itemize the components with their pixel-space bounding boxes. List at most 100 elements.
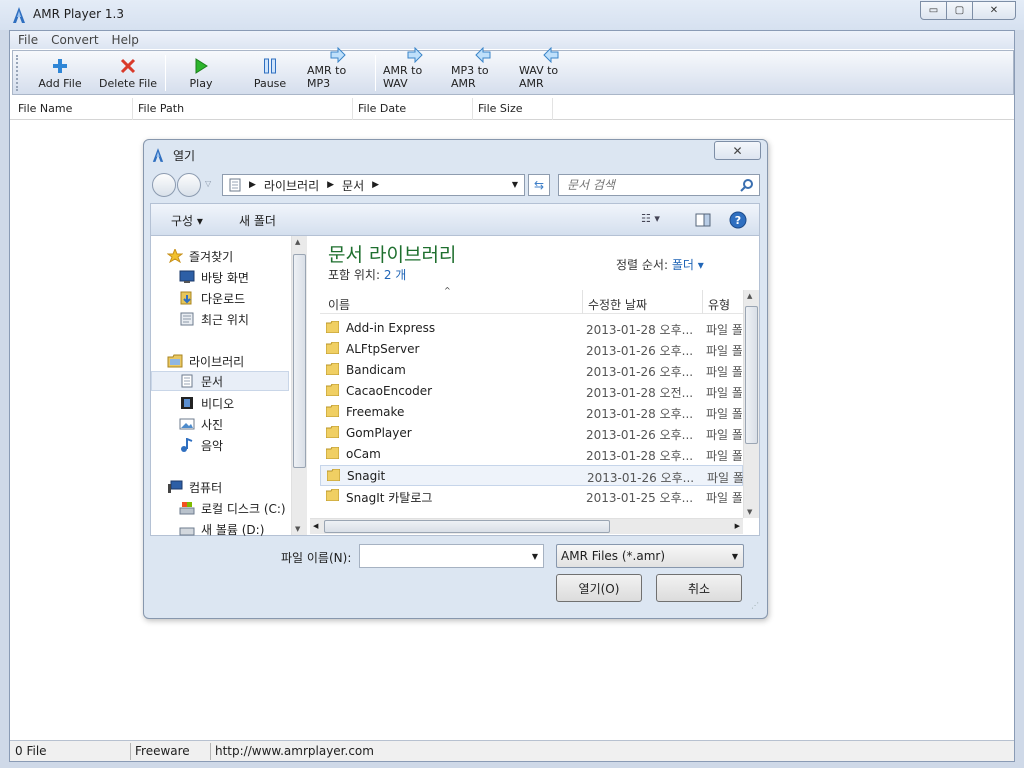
column-file-date[interactable]: File Date xyxy=(358,102,406,115)
delete-file-label: Delete File xyxy=(98,77,158,90)
menu-convert[interactable]: Convert xyxy=(51,33,98,47)
nav-music[interactable]: 음악 xyxy=(179,435,223,455)
videos-icon xyxy=(181,397,193,409)
delete-file-button[interactable]: Delete File xyxy=(95,53,161,93)
nav-documents[interactable]: 문서 xyxy=(151,371,289,391)
nav-libraries[interactable]: 라이브러리 xyxy=(167,351,244,371)
dialog-close-button[interactable]: ✕ xyxy=(714,141,761,160)
pause-button[interactable]: Pause xyxy=(245,53,295,93)
nav-scrollbar-thumb[interactable] xyxy=(293,254,306,468)
horizontal-scrollbar-thumb[interactable] xyxy=(324,520,610,533)
window-title: AMR Player 1.3 xyxy=(33,7,124,21)
file-row-selected[interactable]: Snagit 2013-01-26 오후... 파일 폴더 xyxy=(320,465,743,486)
file-list-horizontal-scrollbar[interactable]: ◀ ▶ xyxy=(310,518,743,534)
file-row[interactable]: Freemake 2013-01-28 오후... 파일 폴더 xyxy=(320,402,743,423)
vertical-scrollbar-thumb[interactable] xyxy=(745,306,758,444)
toolbar-grip[interactable] xyxy=(16,55,19,91)
documents-icon xyxy=(229,178,241,192)
minimize-icon: ▭ xyxy=(928,5,939,16)
add-file-label: Add File xyxy=(38,77,82,90)
organize-button[interactable]: 구성 ▾ xyxy=(171,212,203,229)
file-row[interactable]: GomPlayer 2013-01-26 오후... 파일 폴더 xyxy=(320,423,743,444)
resize-grip[interactable]: ⋰ xyxy=(751,601,759,610)
open-button[interactable]: 열기(O) xyxy=(556,574,642,602)
scroll-up-icon[interactable]: ▲ xyxy=(295,238,300,246)
chevron-down-icon[interactable]: ▼ xyxy=(532,552,538,561)
menu-file[interactable]: File xyxy=(18,33,38,47)
minimize-button[interactable]: ▭ xyxy=(920,1,947,20)
scroll-up-icon[interactable]: ▲ xyxy=(747,292,752,300)
column-file-path[interactable]: File Path xyxy=(138,102,184,115)
new-folder-button[interactable]: 새 폴더 xyxy=(239,212,276,229)
plus-icon xyxy=(53,59,67,73)
nav-new-volume[interactable]: 새 볼륨 (D:) xyxy=(179,519,264,539)
file-row[interactable]: CacaoEncoder 2013-01-28 오전... 파일 폴더 xyxy=(320,381,743,402)
column-date[interactable]: 수정한 날짜 xyxy=(588,296,647,313)
wav-to-amr-label: WAV to AMR xyxy=(519,64,559,90)
preview-pane-icon[interactable] xyxy=(695,213,711,227)
breadcrumb-libraries[interactable]: 라이브러리 xyxy=(264,177,319,194)
folder-icon xyxy=(326,321,339,333)
nav-desktop[interactable]: 바탕 화면 xyxy=(179,267,249,287)
includes-link[interactable]: 2 개 xyxy=(384,268,407,282)
breadcrumb-arrow-icon: ▶ xyxy=(327,180,335,190)
column-file-name[interactable]: File Name xyxy=(18,102,72,115)
scroll-left-icon[interactable]: ◀ xyxy=(313,522,318,530)
cancel-button[interactable]: 취소 xyxy=(656,574,742,602)
nav-favorites[interactable]: 즐겨찾기 xyxy=(167,246,233,266)
nav-downloads-label: 다운로드 xyxy=(201,291,246,306)
scroll-down-icon[interactable]: ▼ xyxy=(747,508,752,516)
history-dropdown-icon[interactable]: ▽ xyxy=(205,179,211,188)
filename-combobox[interactable]: ▼ xyxy=(359,544,544,568)
desktop-icon xyxy=(179,270,195,283)
nav-recent[interactable]: 최근 위치 xyxy=(179,309,249,329)
amr-to-mp3-button[interactable]: AMR to MP3 xyxy=(307,47,369,93)
file-row[interactable]: Add-in Express 2013-01-28 오후... 파일 폴더 xyxy=(320,318,743,339)
folder-icon xyxy=(326,426,339,438)
nav-favorites-label: 즐겨찾기 xyxy=(189,249,234,264)
breadcrumb-documents[interactable]: 문서 xyxy=(342,177,364,194)
nav-videos[interactable]: 비디오 xyxy=(179,393,234,413)
add-file-button[interactable]: Add File xyxy=(29,53,91,93)
file-row[interactable]: ALFtpServer 2013-01-26 오후... 파일 폴더 xyxy=(320,339,743,360)
address-dropdown-icon[interactable]: ▼ xyxy=(512,180,518,189)
file-list-vertical-scrollbar[interactable]: ▲ ▼ xyxy=(743,290,759,518)
wav-to-amr-button[interactable]: WAV to AMR xyxy=(519,47,583,93)
view-options-icon[interactable]: ☷ ▾ xyxy=(641,212,660,225)
folder-icon xyxy=(326,447,339,459)
file-row[interactable]: Bandicam 2013-01-26 오후... 파일 폴더 xyxy=(320,360,743,381)
mp3-to-amr-button[interactable]: MP3 to AMR xyxy=(451,47,515,93)
nav-computer[interactable]: 컴퓨터 xyxy=(167,477,222,497)
search-icon xyxy=(740,179,753,192)
column-type[interactable]: 유형 xyxy=(708,296,730,313)
maximize-button[interactable]: ▢ xyxy=(946,1,973,20)
play-button[interactable]: Play xyxy=(177,53,225,93)
chevron-down-icon: ▼ xyxy=(731,552,738,561)
back-button[interactable] xyxy=(152,173,176,197)
refresh-button[interactable]: ⇆ xyxy=(528,174,550,196)
filename-input[interactable] xyxy=(360,545,520,567)
forward-button[interactable] xyxy=(177,173,201,197)
column-file-size[interactable]: File Size xyxy=(478,102,522,115)
close-button[interactable]: ✕ xyxy=(972,1,1016,20)
search-box[interactable] xyxy=(558,174,760,196)
toolbar-separator xyxy=(375,55,376,91)
nav-local-disk[interactable]: 로컬 디스크 (C:) xyxy=(179,498,286,518)
sort-dropdown[interactable]: 폴더 ▾ xyxy=(672,258,704,272)
column-name[interactable]: 이름 xyxy=(328,296,350,313)
scroll-down-icon[interactable]: ▼ xyxy=(295,525,300,533)
nav-pictures[interactable]: 사진 xyxy=(179,414,223,434)
amr-to-wav-button[interactable]: AMR to WAV xyxy=(383,47,447,93)
scroll-right-icon[interactable]: ▶ xyxy=(735,522,740,530)
menu-help[interactable]: Help xyxy=(112,33,139,47)
address-bar[interactable]: ▶ 라이브러리 ▶ 문서 ▶ ▼ xyxy=(222,174,525,196)
filename-label: 파일 이름(N): xyxy=(281,551,352,565)
nav-downloads[interactable]: 다운로드 xyxy=(179,288,245,308)
filetype-select[interactable]: AMR Files (*.amr) ▼ xyxy=(556,544,744,568)
file-row[interactable]: SnagIt 카탈로그 2013-01-25 오후... 파일 폴더 xyxy=(320,486,743,507)
sort-indicator-icon: ^ xyxy=(444,286,451,295)
help-icon[interactable]: ? xyxy=(729,211,747,229)
file-row[interactable]: oCam 2013-01-28 오후... 파일 폴더 xyxy=(320,444,743,465)
nav-scrollbar[interactable]: ▲ ▼ xyxy=(291,236,307,535)
search-input[interactable] xyxy=(567,178,727,192)
